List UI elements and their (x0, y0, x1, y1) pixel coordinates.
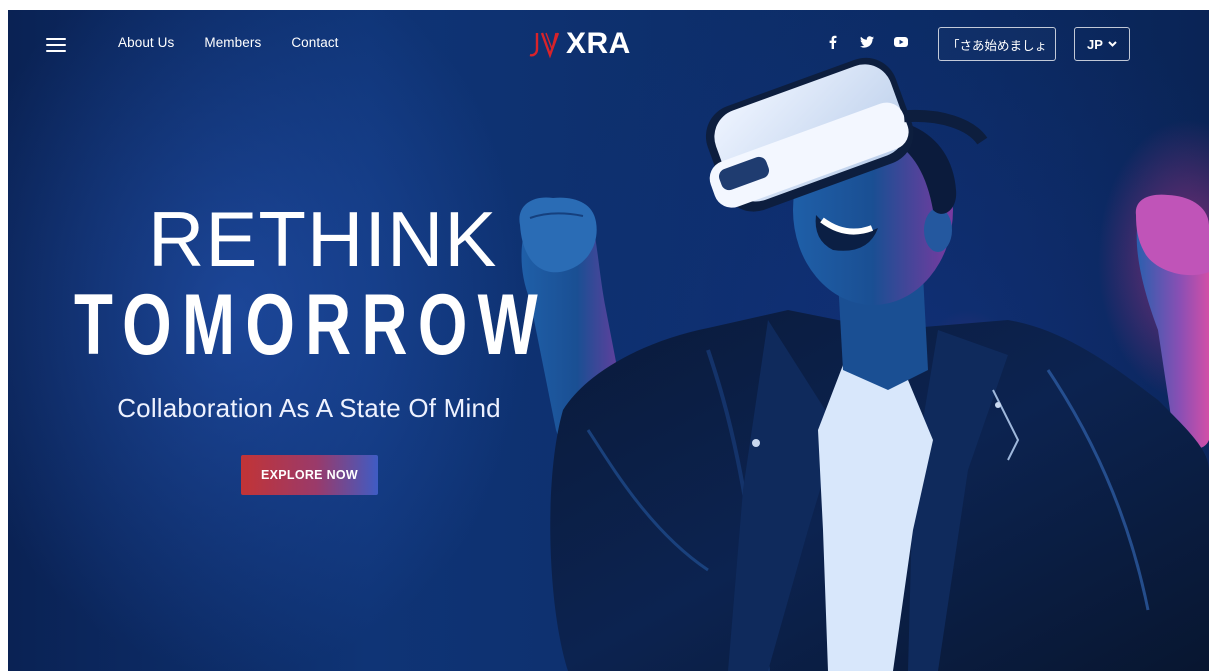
top-navigation: About Us Members Contact XRA 「さあ始めましょ JP (8, 10, 1209, 76)
get-started-button[interactable]: 「さあ始めましょ (938, 27, 1056, 61)
site-logo[interactable]: XRA (528, 26, 631, 62)
youtube-icon[interactable] (894, 35, 908, 49)
twitter-icon[interactable] (860, 35, 874, 49)
hero-title-line-2: TOMORROW (74, 277, 549, 373)
hero-title-line-1: RETHINK (148, 195, 498, 283)
facebook-icon[interactable] (826, 35, 840, 49)
nav-link-contact[interactable]: Contact (291, 35, 338, 50)
explore-now-button[interactable]: EXPLORE NOW (241, 455, 378, 495)
hero-subtitle: Collaboration As A State Of Mind (117, 393, 501, 423)
menu-icon[interactable] (46, 37, 66, 53)
language-label: JP (1087, 36, 1103, 52)
hero-section: About Us Members Contact XRA 「さあ始めましょ JP… (8, 10, 1209, 671)
language-selector[interactable]: JP (1074, 27, 1130, 61)
nav-link-members[interactable]: Members (204, 35, 261, 50)
chevron-down-icon (1108, 41, 1117, 47)
social-links (826, 35, 908, 49)
nav-link-about-us[interactable]: About Us (118, 35, 174, 50)
logo-jv-mark-icon (529, 32, 560, 59)
logo-text: XRA (566, 27, 631, 60)
nav-links: About Us Members Contact (118, 35, 339, 50)
